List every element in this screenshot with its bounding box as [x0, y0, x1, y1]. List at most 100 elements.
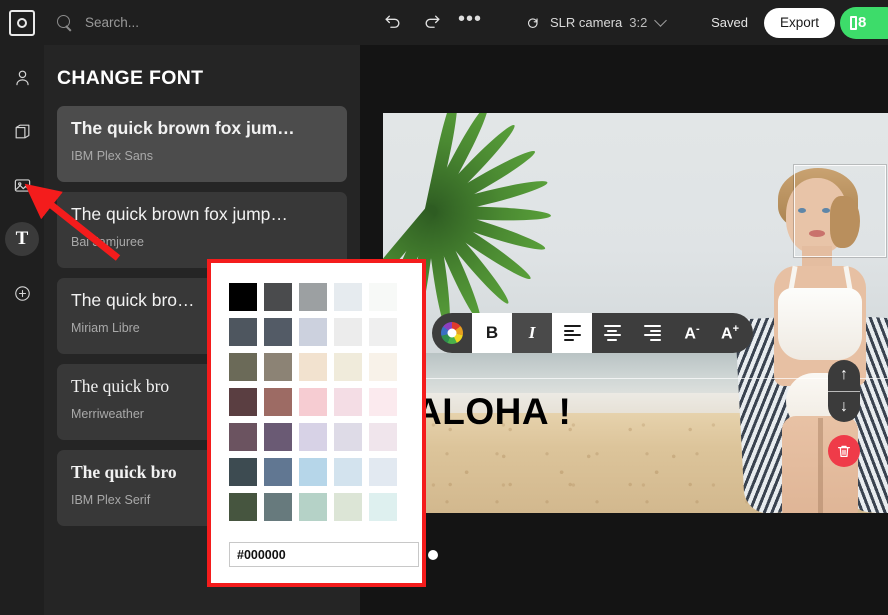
color-swatch[interactable] — [334, 353, 362, 381]
color-swatch[interactable] — [299, 388, 327, 416]
color-swatch[interactable] — [334, 458, 362, 486]
delete-layer-button[interactable] — [828, 435, 860, 467]
color-swatch[interactable] — [299, 423, 327, 451]
app-root: ••• SLR camera 3:2 Saved Export 8 — [0, 0, 888, 615]
color-swatch[interactable] — [369, 423, 397, 451]
search-container — [57, 0, 360, 45]
color-swatch[interactable] — [264, 458, 292, 486]
color-swatch[interactable] — [369, 458, 397, 486]
top-bar: ••• SLR camera 3:2 Saved Export 8 — [0, 0, 888, 45]
color-swatch[interactable] — [369, 318, 397, 346]
increase-font-size-button[interactable]: A+ — [712, 313, 753, 353]
increase-font-label: A — [721, 325, 733, 343]
bold-label: B — [485, 323, 499, 342]
font-list-item[interactable]: The quick brown fox jum… IBM Plex Sans — [57, 106, 347, 182]
increase-font-sup: + — [732, 322, 739, 335]
color-swatch[interactable] — [334, 423, 362, 451]
align-center-icon — [603, 325, 621, 341]
panel-title: CHANGE FONT — [57, 67, 204, 89]
color-picker-highlight — [207, 259, 426, 587]
alignment-guide — [383, 378, 888, 379]
export-button[interactable]: Export — [763, 7, 835, 38]
undo-icon[interactable] — [377, 8, 407, 38]
color-swatch[interactable] — [369, 283, 397, 311]
logo-circle-icon — [17, 17, 27, 28]
hex-color-input[interactable] — [229, 542, 419, 567]
font-preview-text: The quick brown fox jump… — [71, 204, 288, 224]
color-swatch[interactable] — [264, 493, 292, 521]
decrease-font-size-button[interactable]: A- — [672, 313, 712, 353]
color-picker-popup — [211, 263, 422, 583]
move-layer-down-button[interactable]: ↓ — [828, 392, 860, 423]
align-right-icon — [643, 325, 661, 341]
font-list-item[interactable]: The quick brown fox jump… Bai Jamjuree — [57, 192, 347, 268]
color-swatch[interactable] — [299, 458, 327, 486]
decrease-font-sup: - — [695, 322, 700, 335]
color-swatch[interactable] — [299, 493, 327, 521]
document-meta[interactable]: SLR camera 3:2 — [523, 8, 668, 38]
canvas-text-layer[interactable]: ALOHA ! — [415, 391, 571, 433]
align-left-button[interactable] — [552, 313, 592, 353]
face-selection-box[interactable] — [794, 165, 886, 257]
color-wheel-icon — [441, 322, 463, 344]
color-swatch[interactable] — [264, 423, 292, 451]
color-swatch[interactable] — [229, 388, 257, 416]
color-swatch[interactable] — [299, 353, 327, 381]
font-name-label: IBM Plex Sans — [71, 148, 153, 163]
font-name-label: Bai Jamjuree — [71, 234, 144, 249]
color-swatch[interactable] — [264, 388, 292, 416]
more-options-icon[interactable]: ••• — [455, 8, 485, 38]
color-swatch[interactable] — [264, 318, 292, 346]
aspect-ratio-value: 3:2 — [629, 15, 648, 30]
color-swatch[interactable] — [229, 353, 257, 381]
bold-button[interactable]: B — [472, 313, 512, 353]
italic-button[interactable]: I — [512, 313, 552, 353]
share-button[interactable]: 8 — [840, 6, 888, 39]
color-swatch[interactable] — [369, 493, 397, 521]
sidebar-item-text[interactable]: T — [5, 222, 39, 256]
rotate-icon[interactable] — [523, 8, 543, 38]
color-swatch[interactable] — [229, 423, 257, 451]
color-swatch[interactable] — [264, 283, 292, 311]
trash-icon — [838, 445, 850, 457]
color-swatch[interactable] — [299, 283, 327, 311]
layer-order-controls: ↑ ↓ — [828, 360, 860, 422]
color-swatch[interactable] — [369, 353, 397, 381]
text-format-toolbar: B I A- A+ — [432, 313, 753, 353]
text-color-button[interactable] — [432, 313, 472, 353]
sidebar-item-add[interactable] — [5, 276, 39, 310]
chevron-down-icon[interactable] — [654, 14, 668, 27]
color-picker-footer — [229, 542, 419, 567]
color-swatch[interactable] — [369, 388, 397, 416]
decrease-font-label: A — [684, 325, 696, 343]
align-right-button[interactable] — [632, 313, 672, 353]
text-tool-label: T — [15, 228, 29, 249]
color-swatch[interactable] — [299, 318, 327, 346]
font-preview-text: The quick brown fox jum… — [71, 118, 295, 138]
color-swatch[interactable] — [334, 388, 362, 416]
color-swatch[interactable] — [334, 318, 362, 346]
color-swatch[interactable] — [229, 283, 257, 311]
align-center-button[interactable] — [592, 313, 632, 353]
move-layer-up-button[interactable]: ↑ — [828, 360, 860, 392]
sidebar-item-people[interactable] — [5, 60, 39, 94]
redo-icon[interactable] — [417, 8, 447, 38]
color-swatch[interactable] — [229, 318, 257, 346]
top-bar-right: ••• SLR camera 3:2 Saved Export 8 — [360, 0, 888, 45]
search-icon — [57, 14, 73, 31]
share-icon: 8 — [850, 14, 866, 31]
person-subject — [734, 165, 888, 513]
search-input[interactable] — [85, 15, 285, 30]
top-bar-left — [0, 0, 360, 45]
color-swatch[interactable] — [334, 283, 362, 311]
color-swatch[interactable] — [229, 493, 257, 521]
color-swatch[interactable] — [229, 458, 257, 486]
sidebar-item-objects[interactable] — [5, 114, 39, 148]
save-status: Saved — [711, 15, 748, 30]
color-swatch[interactable] — [264, 353, 292, 381]
sidebar-item-image[interactable] — [5, 168, 39, 202]
color-swatch[interactable] — [334, 493, 362, 521]
left-icon-rail: T — [0, 45, 44, 615]
app-logo-icon[interactable] — [9, 9, 35, 36]
color-swatch-grid — [229, 283, 404, 521]
